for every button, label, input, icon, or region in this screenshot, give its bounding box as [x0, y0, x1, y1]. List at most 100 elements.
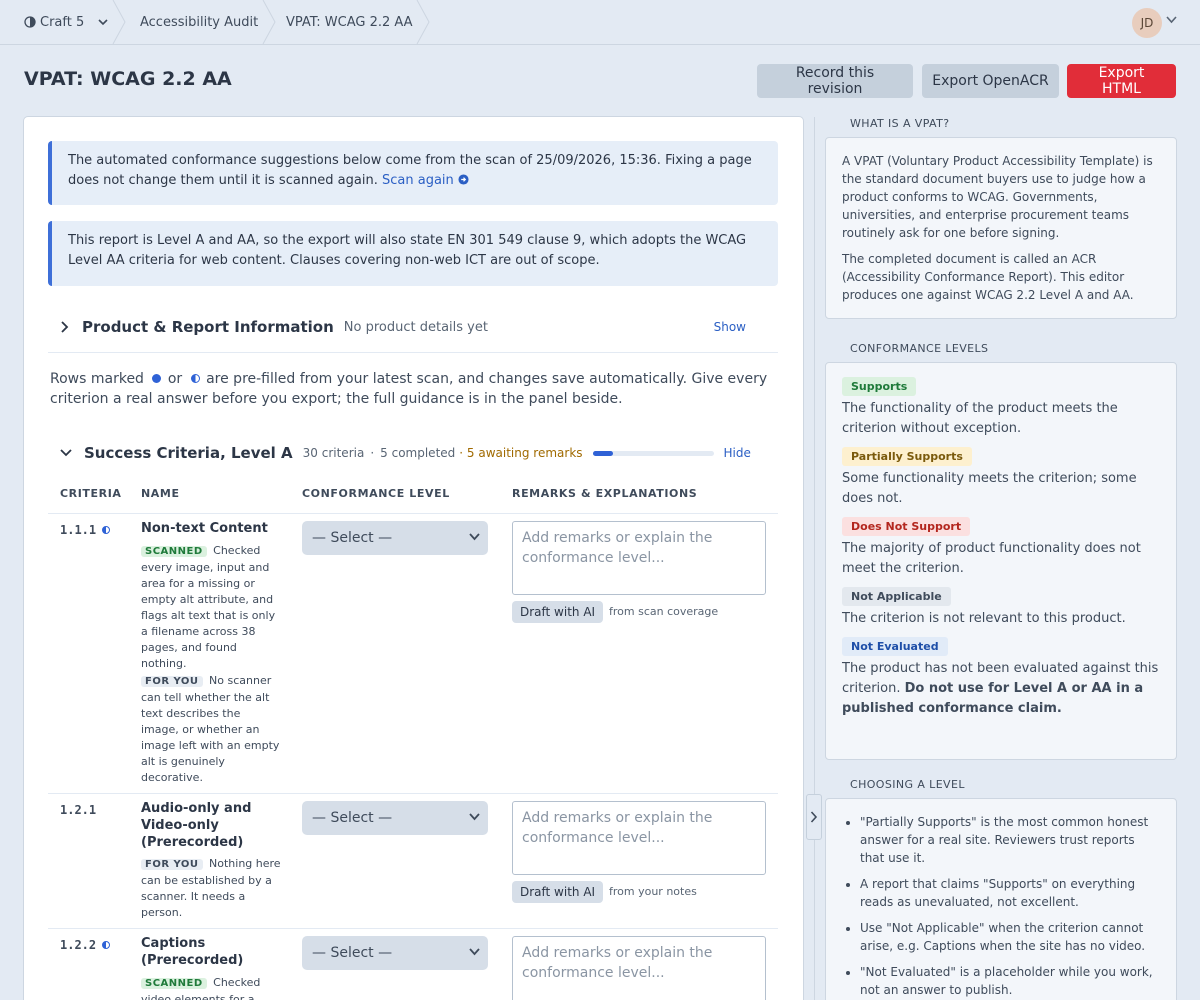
page-title: VPAT: WCAG 2.2 AA [24, 68, 232, 90]
level-a-completed: 5 completed [380, 446, 456, 460]
scanned-note-text: Checked every image, input and area for … [141, 544, 276, 670]
partial-scan-dot-icon [102, 526, 111, 534]
chevron-down-icon[interactable] [1166, 16, 1177, 24]
level-a-title: Success Criteria, Level A [84, 444, 293, 462]
choosing-level-heading: CHOOSING A LEVEL [850, 778, 965, 791]
chevron-down-icon [469, 948, 480, 956]
globe-icon [24, 16, 36, 28]
select-value: — Select — [312, 530, 393, 546]
chevron-right-icon [61, 321, 69, 333]
choosing-level-card: "Partially Supports" is the most common … [825, 798, 1177, 1000]
conformance-levels-heading: CONFORMANCE LEVELS [850, 342, 989, 355]
level-description: The functionality of the product meets t… [842, 401, 1118, 436]
breadcrumb-audit-label: Accessibility Audit [140, 14, 259, 30]
remarks-textarea[interactable]: Add remarks or explain the conformance l… [512, 801, 766, 875]
tip-item: "Partially Supports" is the most common … [860, 813, 1160, 867]
divider [48, 793, 778, 794]
level-item: Partially Supports Some functionality me… [842, 447, 1160, 509]
criterion-number: 1.2.2 [60, 938, 112, 952]
top-bar: Craft 5 Accessibility Audit VPAT: WCAG 2… [0, 0, 1200, 45]
tip-item: A report that claims "Supports" on every… [860, 875, 1160, 911]
level-badge-supports: Supports [842, 377, 917, 396]
scan-again-label: Scan again [381, 173, 454, 188]
level-badge-does-not-support: Does Not Support [842, 517, 971, 536]
chevron-down-icon [60, 449, 72, 457]
for-you-tag: FOR YOU [141, 676, 203, 687]
breadcrumb-separator [262, 0, 276, 44]
column-header-remarks: REMARKS & EXPLANATIONS [512, 487, 698, 500]
criterion-number: 1.2.1 [60, 803, 96, 817]
criterion-name: Captions (Prerecorded) [141, 936, 244, 968]
divider [48, 352, 778, 353]
criterion-number-label: 1.2.1 [60, 803, 97, 817]
partial-scan-dot-icon [190, 374, 200, 383]
full-scan-dot-icon [152, 374, 162, 383]
draft-with-ai-button[interactable]: Draft with AI [512, 881, 604, 903]
conformance-select[interactable]: — Select — [302, 801, 488, 835]
partial-scan-dot-icon [102, 941, 111, 949]
tip-item: "Not Evaluated" is a placeholder while y… [860, 963, 1160, 999]
draft-with-ai-button[interactable]: Draft with AI [512, 601, 604, 623]
main-card: The automated conformance suggestions be… [24, 117, 803, 1000]
intro-middle: or [167, 371, 183, 387]
product-section-subtitle: No product details yet [343, 319, 488, 335]
level-description: The product has not been evaluated again… [842, 659, 1160, 719]
intro-before: Rows marked [50, 371, 144, 387]
tip-item: Use "Not Applicable" when the criterion … [860, 919, 1160, 955]
column-header-conformance: CONFORMANCE LEVEL [302, 487, 450, 500]
for-you-tag: FOR YOU [141, 859, 203, 870]
breadcrumb-current[interactable]: VPAT: WCAG 2.2 AA [286, 0, 413, 44]
level-item: Not Applicable The criterion is not rele… [842, 587, 1160, 629]
product-show-toggle[interactable]: Show [714, 320, 746, 334]
you-note-text: No scanner can tell whether the alt text… [141, 674, 280, 784]
conformance-select[interactable]: — Select — [302, 521, 488, 555]
level-description: The majority of product functionality do… [842, 541, 1141, 576]
criterion-name: Non-text Content [141, 521, 268, 536]
scan-notice: The automated conformance suggestions be… [48, 141, 778, 205]
product-section-title: Product & Report Information [82, 318, 334, 336]
intro-text: Rows marked or are pre-filled from your … [50, 369, 780, 409]
scan-again-link[interactable]: Scan again [382, 173, 469, 188]
en-notice-text: This report is Level A and AA, so the ex… [68, 233, 747, 268]
what-is-vpat-paragraph: The completed document is called an ACR … [842, 252, 1134, 302]
chevron-down-icon [469, 813, 480, 821]
criterion-number: 1.1.1 [60, 523, 112, 537]
criterion-number-label: 1.1.1 [60, 523, 97, 537]
column-header-name: NAME [141, 487, 180, 500]
conformance-levels-card: Supports The functionality of the produc… [825, 362, 1177, 760]
chevron-right-icon [810, 811, 818, 823]
level-a-hide-toggle[interactable]: Hide [724, 446, 751, 460]
chevron-down-icon [98, 18, 108, 25]
scanned-tag: SCANNED [141, 546, 207, 557]
conformance-select[interactable]: — Select — [302, 936, 488, 970]
arrow-right-circle-icon [458, 174, 469, 185]
criterion-name: Audio-only and Video-only (Prerecorded) [141, 801, 252, 850]
level-item: Supports The functionality of the produc… [842, 377, 1160, 439]
level-badge-not-applicable: Not Applicable [842, 587, 951, 606]
breadcrumb-site[interactable]: Craft 5 [24, 0, 108, 44]
remarks-textarea[interactable]: Add remarks or explain the conformance l… [512, 936, 766, 1000]
level-a-awaiting: · 5 awaiting remarks [459, 446, 583, 460]
level-a-separator: · [370, 446, 375, 460]
export-html-button[interactable]: Export HTML [1067, 64, 1176, 98]
collapse-panel-button[interactable] [806, 794, 822, 840]
remarks-textarea[interactable]: Add remarks or explain the conformance l… [512, 521, 766, 595]
level-a-section-header[interactable]: Success Criteria, Level A 30 criteria · … [48, 435, 778, 471]
select-value: — Select — [312, 810, 393, 826]
column-header-criteria: CRITERIA [60, 487, 122, 500]
criterion-you-note: FOR YOU Nothing here can be established … [141, 856, 281, 921]
product-section-header[interactable]: Product & Report Information No product … [48, 309, 778, 345]
criterion-you-note: FOR YOU No scanner can tell whether the … [141, 673, 281, 786]
breadcrumb-separator [112, 0, 126, 44]
side-panel-divider [814, 117, 815, 1000]
level-a-progress-bar [592, 450, 714, 456]
record-revision-button[interactable]: Record this revision [757, 64, 913, 98]
level-description: Some functionality meets the criterion; … [842, 471, 1137, 506]
export-openacr-button[interactable]: Export OpenACR [922, 64, 1059, 98]
avatar[interactable]: JD [1132, 8, 1162, 38]
breadcrumb-audit[interactable]: Accessibility Audit [140, 0, 258, 44]
breadcrumb-separator [416, 0, 430, 44]
level-description: The criterion is not relevant to this pr… [842, 611, 1126, 626]
criterion-scan-note: SCANNED Checked every image, input and a… [141, 543, 281, 672]
criterion-scan-note: SCANNED Checked video elements for a [141, 975, 281, 1000]
